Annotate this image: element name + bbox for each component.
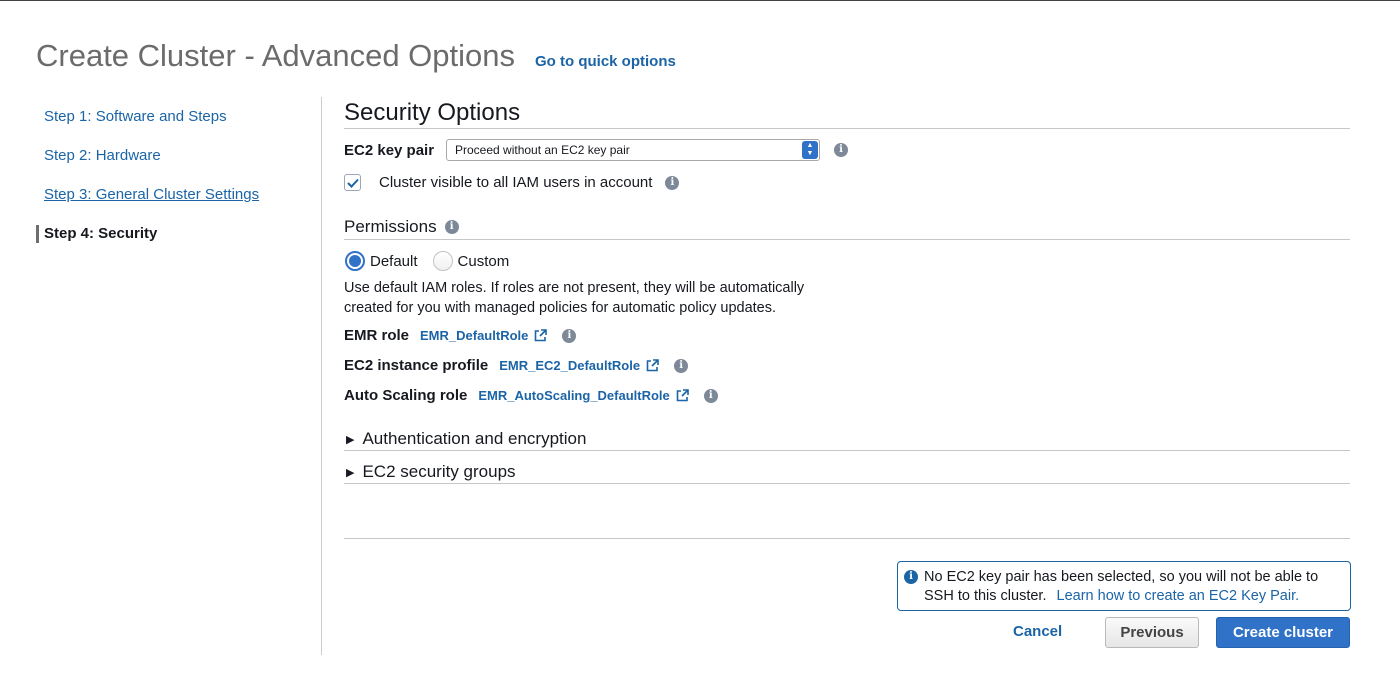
caret-right-icon: ▶ [346, 433, 355, 446]
select-arrows-icon: ▲ ▼ [802, 141, 818, 159]
page-title: Create Cluster - Advanced Options [36, 38, 516, 73]
info-icon[interactable]: i [562, 328, 577, 343]
external-link-icon[interactable] [676, 389, 689, 402]
info-icon: i [904, 570, 918, 584]
section-rule [344, 483, 1350, 484]
info-icon[interactable]: i [665, 175, 680, 190]
instance-profile-link[interactable]: EMR_EC2_DefaultRole [499, 358, 640, 373]
info-icon[interactable]: i [444, 220, 459, 234]
info-icon[interactable]: i [834, 143, 848, 157]
autoscaling-role-row: Auto Scaling role EMR_AutoScaling_Defaul… [344, 387, 718, 404]
key-pair-select-value: Proceed without an EC2 key pair [455, 143, 630, 157]
emr-role-label: EMR role [344, 327, 410, 344]
key-pair-label: EC2 key pair [344, 141, 435, 159]
autoscaling-role-label: Auto Scaling role [344, 387, 468, 404]
emr-role-link[interactable]: EMR_DefaultRole [420, 328, 528, 343]
instance-profile-label: EC2 instance profile [344, 357, 489, 374]
info-icon[interactable]: i [674, 358, 689, 373]
step-hardware[interactable]: Step 2: Hardware [36, 138, 316, 177]
instance-profile-row: EC2 instance profile EMR_EC2_DefaultRole… [344, 357, 689, 374]
emr-role-row: EMR role EMR_DefaultRole i [344, 327, 577, 344]
key-pair-row: EC2 key pair Proceed without an EC2 key … [344, 139, 848, 161]
visible-to-all-checkbox[interactable] [344, 174, 361, 191]
step-software-and-steps[interactable]: Step 1: Software and Steps [36, 99, 316, 138]
permissions-rule [344, 239, 1350, 240]
default-radio-label: Default [370, 252, 418, 270]
step-label: Step 2: Hardware [44, 147, 161, 164]
cancel-button[interactable]: Cancel [1013, 623, 1062, 640]
section-rule [344, 450, 1350, 451]
custom-radio[interactable] [432, 251, 453, 271]
info-icon[interactable]: i [703, 388, 718, 403]
learn-key-pair-link[interactable]: Learn how to create an EC2 Key Pair. [1057, 588, 1300, 604]
key-pair-select[interactable]: Proceed without an EC2 key pair ▲ ▼ [446, 139, 820, 161]
auth-encryption-label: Authentication and encryption [362, 429, 587, 448]
description-line: Use default IAM roles. If roles are not … [344, 280, 805, 296]
permissions-radio-group: Default Custom [345, 251, 509, 271]
auth-encryption-section[interactable]: ▶ Authentication and encryption [346, 429, 586, 449]
security-groups-label: EC2 security groups [362, 462, 516, 481]
autoscaling-role-link[interactable]: EMR_AutoScaling_DefaultRole [478, 388, 669, 403]
default-radio[interactable] [345, 251, 365, 271]
go-to-quick-options-link[interactable]: Go to quick options [535, 53, 676, 70]
description-line: created for you with managed policies fo… [344, 299, 777, 316]
custom-radio-label: Custom [457, 252, 510, 270]
main-panel: Security Options [344, 97, 1350, 129]
step-nav: Step 1: Software and Steps Step 2: Hardw… [36, 99, 316, 255]
nav-divider [321, 97, 322, 655]
previous-button[interactable]: Previous [1105, 617, 1199, 648]
footer-rule [344, 538, 1350, 539]
create-cluster-button[interactable]: Create cluster [1216, 617, 1350, 648]
external-link-icon[interactable] [646, 359, 659, 372]
step-security: Step 4: Security [36, 216, 316, 255]
visible-to-all-label: Cluster visible to all IAM users in acco… [379, 174, 653, 191]
external-link-icon[interactable] [534, 329, 548, 342]
permissions-heading-row: Permissions i [344, 217, 459, 237]
caret-right-icon: ▶ [346, 466, 355, 479]
step-general-cluster-settings[interactable]: Step 3: General Cluster Settings [36, 177, 316, 216]
step-label: Step 3: General Cluster Settings [44, 186, 260, 203]
security-groups-section[interactable]: ▶ EC2 security groups [346, 462, 516, 482]
permissions-heading: Permissions [344, 217, 437, 236]
security-options-heading: Security Options [344, 99, 521, 126]
section-rule [344, 128, 1350, 129]
visible-to-all-row: Cluster visible to all IAM users in acco… [344, 174, 680, 191]
checkmark-icon [346, 178, 359, 188]
step-label: Step 1: Software and Steps [44, 108, 227, 125]
step-label: Step 4: Security [44, 225, 158, 242]
no-key-pair-notice: i No EC2 key pair has been selected, so … [897, 561, 1351, 611]
permissions-description: Use default IAM roles. If roles are not … [344, 279, 804, 318]
